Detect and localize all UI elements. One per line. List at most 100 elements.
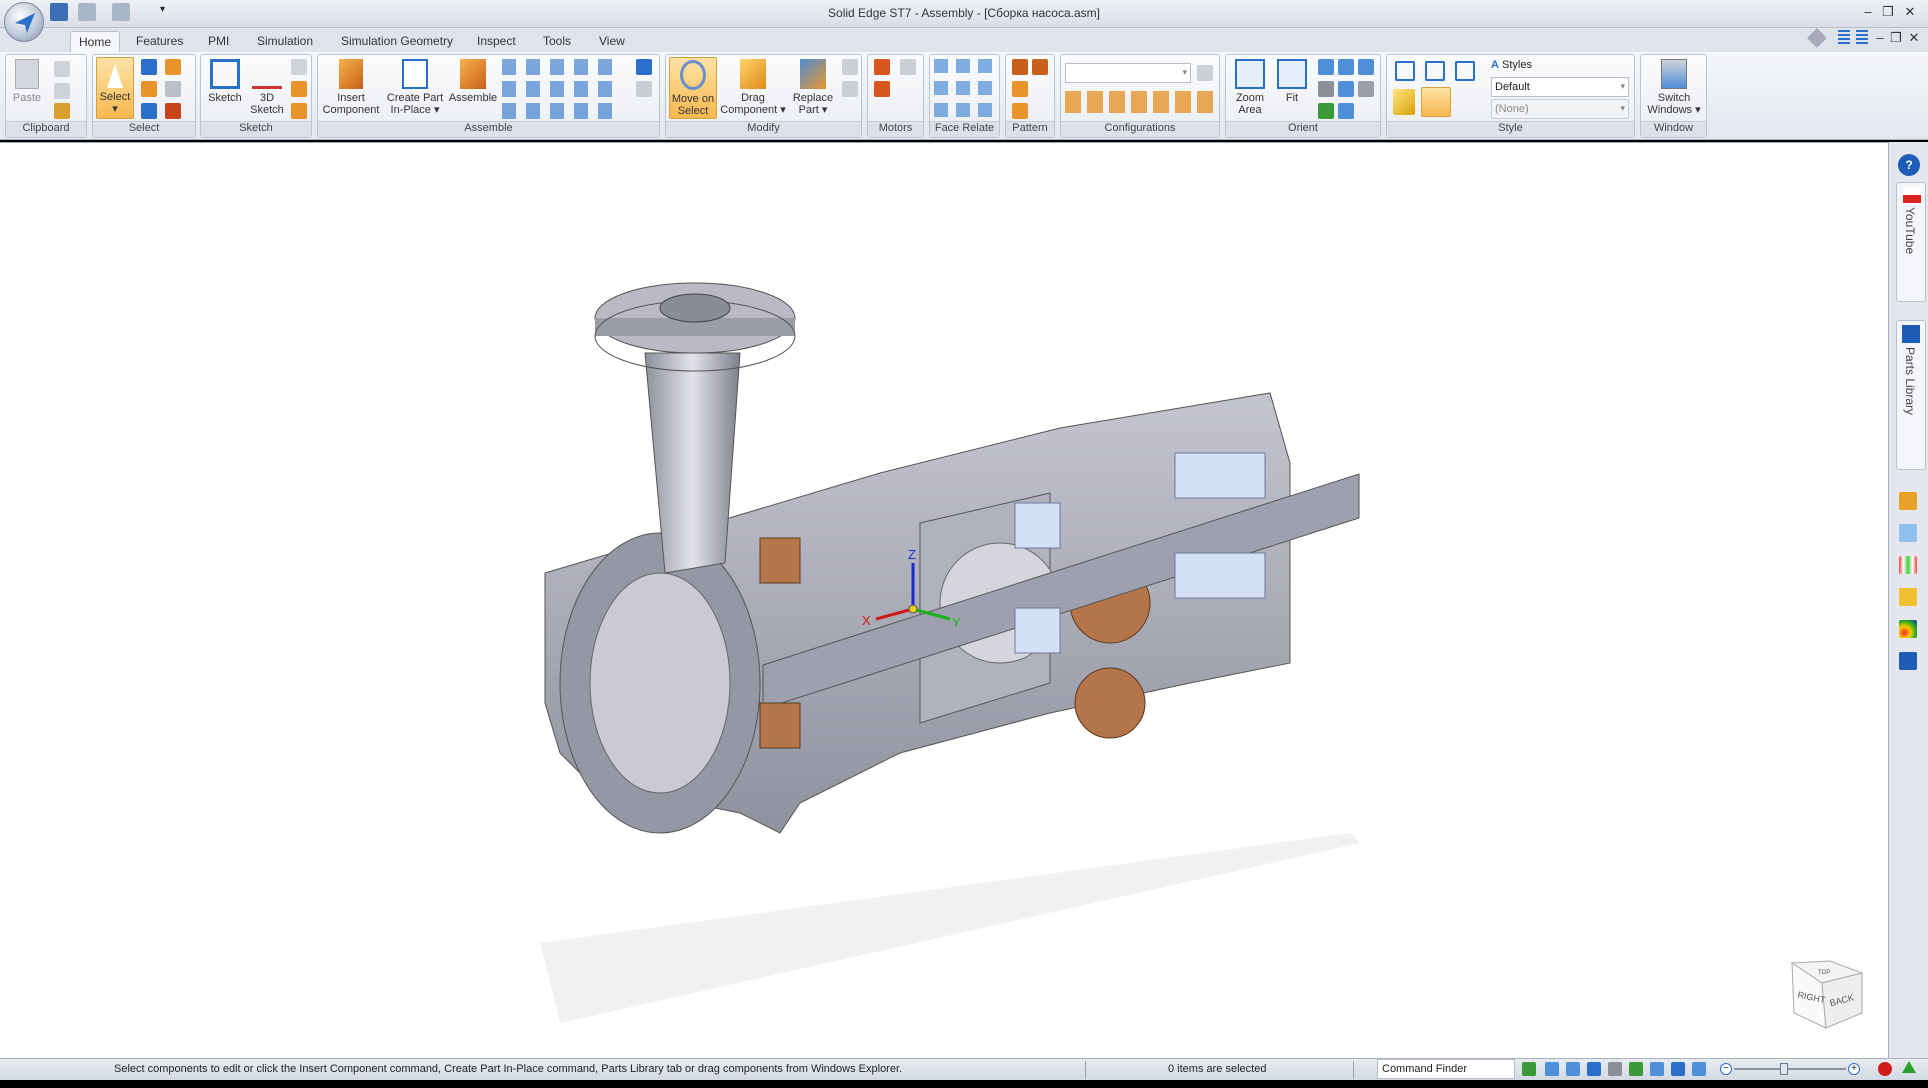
insert-component-button[interactable]: Insert Component [320,59,382,116]
style-secondary-select[interactable]: (None) ▾ [1491,99,1629,119]
face-relate-tools-icons[interactable] [934,59,996,119]
sketch-view-icon[interactable] [1318,81,1334,97]
configuration-select[interactable]: ▾ [1065,63,1191,83]
application-button[interactable] [4,2,44,42]
sketch-rotate-icon[interactable] [291,81,307,97]
styles-button[interactable]: A Styles [1491,59,1532,71]
cascade-windows-icon[interactable] [1856,30,1868,44]
assembly-pathfinder-icon[interactable] [1899,492,1917,510]
filter-icon[interactable] [141,59,157,75]
zoom-area-button[interactable]: Zoom Area [1230,59,1270,116]
select-button[interactable]: Select ▾ [96,57,134,119]
assemble-button[interactable]: Assemble [448,59,498,104]
zoom-slider-thumb[interactable] [1780,1063,1788,1075]
customize-qat-icon[interactable]: ▾ [160,4,165,15]
command-finder-input[interactable]: Command Finder [1377,1059,1515,1079]
pattern-along-curve-icon[interactable] [1032,59,1048,75]
fit-button[interactable]: Fit [1274,59,1310,104]
create-part-in-place-button[interactable]: Create Part In-Place ▾ [384,59,446,116]
tab-features[interactable]: Features [128,31,191,52]
style-select[interactable]: Default ▾ [1491,77,1629,97]
zoom-out-icon[interactable]: − [1720,1063,1732,1075]
sketch-copy-icon[interactable] [291,59,307,75]
views-icon[interactable] [1358,59,1374,75]
spin-about-icon[interactable] [1358,81,1374,97]
select-tool-icon[interactable] [165,59,181,75]
redo-icon[interactable] [112,3,130,21]
paste-button[interactable]: Paste [10,59,44,104]
wireframe-icon[interactable] [1395,61,1415,81]
tab-view[interactable]: View [591,31,633,52]
rotate-status-icon[interactable] [1629,1062,1643,1076]
zoom-in-icon[interactable]: + [1848,1063,1860,1075]
move-on-select-button[interactable]: Move on Select [669,57,717,119]
pan-status-icon[interactable] [1608,1062,1622,1076]
refresh-icon[interactable] [1522,1062,1536,1076]
graphics-window[interactable]: Z X Y RIGHT BACK TOP [0,142,1888,1058]
restore-button[interactable]: ❐ [1880,4,1896,20]
zoom-status-icon[interactable] [1566,1062,1580,1076]
zoom-icon[interactable] [1318,59,1334,75]
3d-sketch-button[interactable]: 3D Sketch [247,59,287,116]
config-manager-icon[interactable] [1197,65,1213,81]
shaded-icon[interactable] [1393,89,1415,115]
tab-youtube[interactable]: YouTube [1896,182,1926,302]
pump-assembly-model[interactable]: Z X Y RIGHT BACK TOP [0,143,1888,1059]
tab-tools[interactable]: Tools [535,31,579,52]
tab-simulation[interactable]: Simulation [249,31,321,52]
sketch-button[interactable]: Sketch [205,59,245,104]
help-icon[interactable]: ? [1898,154,1920,176]
zoom-slider[interactable]: − + [1720,1063,1860,1075]
tab-home[interactable]: Home [70,31,121,52]
select-cursor-icon[interactable] [141,103,157,119]
views-status-icon[interactable] [1671,1062,1685,1076]
rotational-motor-icon[interactable] [874,59,890,75]
mirror-components-icon[interactable] [1012,81,1028,97]
simulation-results-icon[interactable] [1899,620,1917,638]
relate-icon[interactable] [636,81,652,97]
save-icon[interactable] [50,3,68,21]
simulate-motor-icon[interactable] [900,59,916,75]
select-tools-icon[interactable] [1899,588,1917,606]
visible-edges-icon[interactable] [1425,61,1445,81]
doc-minimize-button[interactable]: – [1872,30,1888,45]
layers-icon[interactable] [1899,524,1917,542]
disperse-icon[interactable] [842,81,858,97]
sensors-icon[interactable] [1899,556,1917,574]
minimize-button[interactable]: – [1860,4,1876,19]
named-views-icon[interactable] [1338,103,1354,119]
format-painter-icon[interactable] [54,103,70,119]
relationship-tools-icons[interactable] [502,59,622,121]
spin-status-icon[interactable] [1650,1062,1664,1076]
quick-pick-icon[interactable] [141,81,157,97]
rotate-icon[interactable] [1338,81,1354,97]
tile-windows-icon[interactable] [1838,30,1850,44]
zoom-area-status-icon[interactable] [1545,1062,1559,1076]
view-cube[interactable]: RIGHT BACK TOP [1790,960,1864,1029]
close-button[interactable]: ✕ [1902,4,1918,20]
selection-manager-icon[interactable] [165,81,181,97]
replace-part-button[interactable]: Replace Part ▾ [788,59,838,116]
pan-icon[interactable] [1338,59,1354,75]
transfer-icon[interactable] [842,59,858,75]
linear-motor-icon[interactable] [874,81,890,97]
fit-status-icon[interactable] [1587,1062,1601,1076]
duplicate-icon[interactable] [1012,103,1028,119]
switch-windows-button[interactable]: Switch Windows ▾ [1645,59,1703,116]
hidden-edges-icon[interactable] [1455,61,1475,81]
upload-icon[interactable] [1902,1061,1916,1073]
hide-component-icon[interactable] [165,103,181,119]
configuration-tools-icons[interactable] [1065,91,1215,113]
drag-component-button[interactable]: Drag Component ▾ [720,59,786,116]
cut-icon[interactable] [54,61,70,77]
sketch-edit-icon[interactable] [291,103,307,119]
tab-inspect[interactable]: Inspect [469,31,524,52]
tab-simulation-geometry[interactable]: Simulation Geometry [333,31,461,52]
tab-parts-library[interactable]: Parts Library [1896,320,1926,470]
record-icon[interactable] [1878,1062,1892,1076]
previous-view-icon[interactable] [1318,103,1334,119]
doc-close-button[interactable]: ✕ [1906,30,1922,46]
doc-restore-button[interactable]: ❐ [1888,30,1904,46]
undo-icon[interactable] [78,3,96,21]
sketch-view-status-icon[interactable] [1692,1062,1706,1076]
